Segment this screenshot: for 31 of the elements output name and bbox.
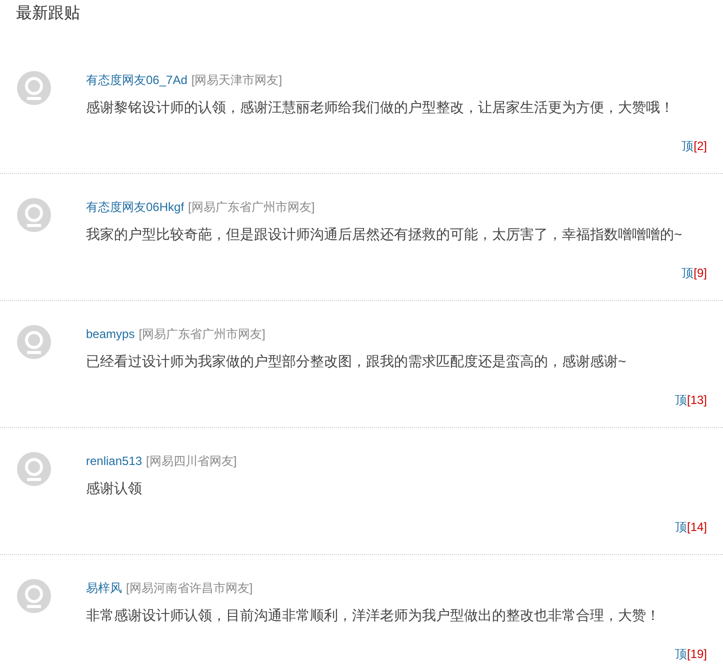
comment-text: 我家的户型比较奇葩，但是跟设计师沟通后居然还有拯救的可能，太厉害了，幸福指数噌噌噌的~ (86, 225, 684, 244)
avatar-icon (16, 70, 52, 106)
upvote-link[interactable]: 顶 (674, 519, 687, 535)
comment-text: 已经看过设计师为我家做的户型部分整改图，跟我的需求匹配度还是蛮高的，感谢感谢~ (86, 352, 628, 371)
upvote-link[interactable]: 顶 (682, 138, 694, 154)
upvote-count: [9] (694, 265, 707, 281)
avatar-icon (16, 197, 52, 233)
username-link[interactable]: 有态度网友06_7Ad (86, 72, 188, 88)
comment-text: 非常感谢设计师认领，目前沟通非常顺利，洋洋老师为我户型做出的整改也非常合理，大赞！ (86, 606, 661, 625)
user-location: [网易四川省网友] (146, 453, 237, 469)
upvote-count: [19] (686, 646, 707, 662)
avatar-icon (16, 324, 52, 360)
avatar-icon (16, 451, 52, 487)
user-location: [网易河南省许昌市网友] (126, 580, 253, 596)
comment-text: 感谢认领 (86, 479, 143, 498)
upvote-count: [14] (686, 519, 707, 535)
user-location: [网易天津市网友] (191, 72, 282, 88)
username-link[interactable]: 有态度网友06Hkgf (86, 199, 184, 215)
username-link[interactable]: renlian513 (86, 453, 142, 469)
username-link[interactable]: beamyps (86, 326, 135, 342)
avatar-icon (16, 578, 52, 614)
user-location: [网易广东省广州市网友] (188, 199, 315, 215)
upvote-link[interactable]: 顶 (674, 646, 687, 662)
upvote-count: [2] (694, 138, 707, 154)
section-title: 最新跟贴 (16, 5, 80, 22)
comment-text: 感谢黎铭设计师的认领，感谢汪慧丽老师给我们做的户型整改，让居家生活更为方便，大赞哦！ (86, 98, 675, 117)
upvote-link[interactable]: 顶 (682, 265, 694, 281)
upvote-link[interactable]: 顶 (674, 392, 687, 408)
user-location: [网易广东省广州市网友] (138, 326, 266, 342)
upvote-count: [13] (686, 392, 707, 408)
username-link[interactable]: 易梓风 (86, 580, 122, 596)
